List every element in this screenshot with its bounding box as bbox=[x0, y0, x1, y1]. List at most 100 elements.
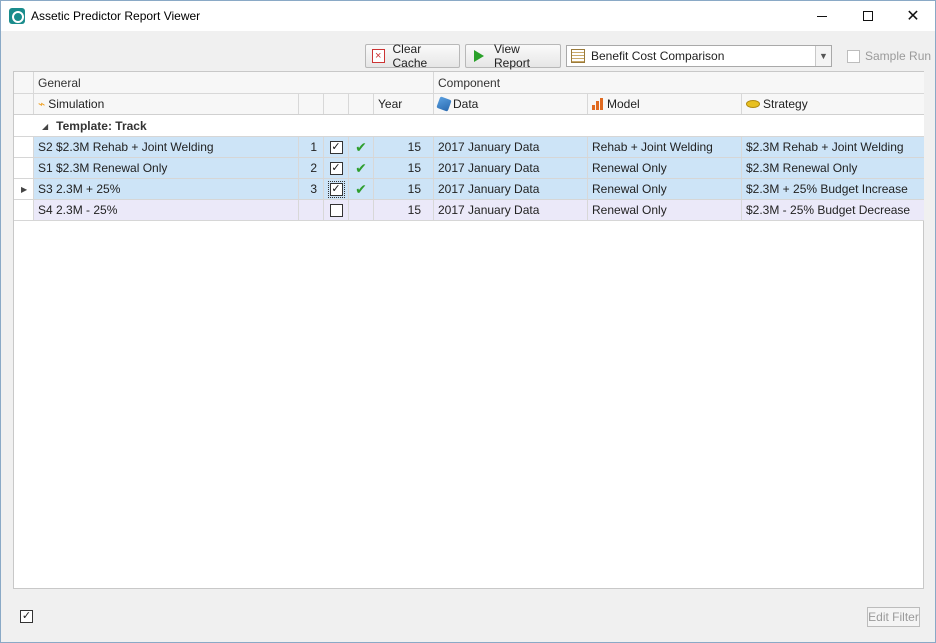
table-row[interactable]: S4 2.3M - 25% 15 2017 January Data Renew… bbox=[14, 200, 924, 221]
column-header-number[interactable] bbox=[299, 94, 324, 114]
report-viewer-window: Assetic Predictor Report Viewer ✕ × Clea… bbox=[0, 0, 936, 643]
cell-check[interactable]: ✓ bbox=[324, 137, 349, 157]
cell-year[interactable]: 15 bbox=[374, 137, 434, 157]
minimize-icon bbox=[817, 15, 827, 17]
cell-strategy[interactable]: $2.3M Rehab + Joint Welding bbox=[742, 137, 924, 157]
cell-strategy[interactable]: $2.3M Renewal Only bbox=[742, 158, 924, 178]
app-logo-icon bbox=[9, 8, 25, 24]
cell-model[interactable]: Rehab + Joint Welding bbox=[588, 137, 742, 157]
checkmark-icon: ✔ bbox=[355, 180, 367, 197]
column-header-year[interactable]: Year bbox=[374, 94, 434, 114]
header-gutter bbox=[14, 94, 34, 114]
cell-strategy[interactable]: $2.3M + 25% Budget Increase bbox=[742, 179, 924, 199]
band-gutter bbox=[14, 72, 34, 93]
view-report-button[interactable]: View Report bbox=[465, 42, 561, 70]
cell-status: ✔ bbox=[349, 137, 374, 157]
cell-number[interactable] bbox=[299, 200, 324, 220]
checkmark-icon: ✔ bbox=[355, 138, 367, 155]
column-header-simulation-label: Simulation bbox=[48, 97, 105, 111]
band-component[interactable]: Component bbox=[434, 72, 924, 93]
current-row-icon: ▶ bbox=[21, 184, 28, 194]
column-header-strategy[interactable]: Strategy bbox=[742, 94, 924, 114]
column-header-data[interactable]: Data bbox=[434, 94, 588, 114]
minimize-button[interactable] bbox=[799, 1, 845, 31]
window-title: Assetic Predictor Report Viewer bbox=[31, 9, 201, 23]
band-general[interactable]: General bbox=[34, 72, 434, 93]
table-row-current[interactable]: ▶ S3 2.3M + 25% 3 ✓ ✔ 15 2017 January Da… bbox=[14, 179, 924, 200]
cell-year[interactable]: 15 bbox=[374, 200, 434, 220]
table-row[interactable]: S1 $2.3M Renewal Only 2 ✓ ✔ 15 2017 Janu… bbox=[14, 158, 924, 179]
expand-arrow-icon[interactable]: ◢ bbox=[42, 122, 48, 131]
cell-data[interactable]: 2017 January Data bbox=[434, 158, 588, 178]
cell-check[interactable]: ✓ bbox=[324, 158, 349, 178]
column-header-row: ⌁ Simulation Year Data Model Strategy bbox=[14, 94, 924, 115]
cell-simulation[interactable]: S3 2.3M + 25% bbox=[34, 179, 299, 199]
close-button[interactable]: ✕ bbox=[890, 1, 936, 31]
cell-number[interactable]: 1 bbox=[299, 137, 324, 157]
cell-status: ✔ bbox=[349, 179, 374, 199]
cell-strategy[interactable]: $2.3M - 25% Budget Decrease bbox=[742, 200, 924, 220]
cell-status: ✔ bbox=[349, 158, 374, 178]
row-checkbox[interactable] bbox=[329, 203, 343, 217]
row-gutter[interactable] bbox=[14, 200, 34, 220]
column-header-model-label: Model bbox=[607, 97, 640, 111]
column-header-strategy-label: Strategy bbox=[763, 97, 808, 111]
clear-cache-icon: × bbox=[372, 49, 385, 63]
checkmark-icon: ✔ bbox=[355, 159, 367, 176]
column-header-check[interactable] bbox=[324, 94, 349, 114]
edit-filter-button[interactable]: Edit Filter bbox=[867, 607, 920, 627]
cell-simulation[interactable]: S1 $2.3M Renewal Only bbox=[34, 158, 299, 178]
row-gutter[interactable] bbox=[14, 158, 34, 178]
simulation-grid: General Component ⌁ Simulation Year Data… bbox=[13, 71, 924, 589]
column-header-model[interactable]: Model bbox=[588, 94, 742, 114]
close-icon: ✕ bbox=[906, 8, 920, 25]
report-select[interactable]: Benefit Cost Comparison ▼ bbox=[566, 45, 832, 67]
report-icon bbox=[571, 49, 585, 63]
simulation-icon: ⌁ bbox=[38, 97, 46, 111]
column-header-simulation[interactable]: ⌁ Simulation bbox=[34, 94, 299, 114]
row-checkbox[interactable]: ✓ bbox=[327, 180, 345, 198]
report-select-value: Benefit Cost Comparison bbox=[591, 49, 725, 63]
group-row[interactable]: ◢ Template: Track bbox=[14, 115, 924, 137]
cell-status bbox=[349, 200, 374, 220]
title-bar: Assetic Predictor Report Viewer ✕ bbox=[1, 1, 935, 31]
row-gutter[interactable]: ▶ bbox=[14, 179, 34, 199]
sample-run-label: Sample Run bbox=[865, 49, 932, 63]
view-report-label: View Report bbox=[494, 42, 531, 70]
maximize-icon bbox=[863, 11, 873, 21]
cell-model[interactable]: Renewal Only bbox=[588, 200, 742, 220]
chevron-down-icon[interactable]: ▼ bbox=[815, 46, 831, 66]
band-header-row: General Component bbox=[14, 72, 924, 94]
cell-year[interactable]: 15 bbox=[374, 179, 434, 199]
row-gutter[interactable] bbox=[14, 137, 34, 157]
cell-check[interactable] bbox=[324, 200, 349, 220]
data-icon bbox=[436, 96, 452, 112]
row-checkbox[interactable]: ✓ bbox=[329, 161, 343, 175]
cell-model[interactable]: Renewal Only bbox=[588, 158, 742, 178]
cell-number[interactable]: 3 bbox=[299, 179, 324, 199]
cell-simulation[interactable]: S4 2.3M - 25% bbox=[34, 200, 299, 220]
clear-cache-label: Clear Cache bbox=[392, 42, 428, 70]
cell-number[interactable]: 2 bbox=[299, 158, 324, 178]
cell-check[interactable]: ✓ bbox=[324, 179, 349, 199]
maximize-button[interactable] bbox=[845, 1, 891, 31]
clear-cache-button[interactable]: × Clear Cache bbox=[365, 42, 460, 70]
group-label-text: Template: Track bbox=[56, 119, 147, 133]
column-header-data-label: Data bbox=[453, 97, 479, 111]
cell-data[interactable]: 2017 January Data bbox=[434, 179, 588, 199]
play-icon bbox=[474, 50, 484, 62]
row-checkbox[interactable]: ✓ bbox=[329, 140, 343, 154]
group-label[interactable]: ◢ Template: Track bbox=[42, 119, 147, 133]
cell-data[interactable]: 2017 January Data bbox=[434, 137, 588, 157]
cell-simulation[interactable]: S2 $2.3M Rehab + Joint Welding bbox=[34, 137, 299, 157]
coins-icon bbox=[746, 100, 760, 108]
sample-run-box[interactable] bbox=[847, 49, 860, 63]
bar-chart-icon bbox=[592, 98, 604, 110]
table-row[interactable]: S2 $2.3M Rehab + Joint Welding 1 ✓ ✔ 15 … bbox=[14, 137, 924, 158]
cell-year[interactable]: 15 bbox=[374, 158, 434, 178]
column-header-status[interactable] bbox=[349, 94, 374, 114]
sample-run-checkbox[interactable]: Sample Run bbox=[847, 49, 931, 63]
cell-data[interactable]: 2017 January Data bbox=[434, 200, 588, 220]
select-all-checkbox[interactable]: ✓ bbox=[20, 610, 33, 623]
cell-model[interactable]: Renewal Only bbox=[588, 179, 742, 199]
